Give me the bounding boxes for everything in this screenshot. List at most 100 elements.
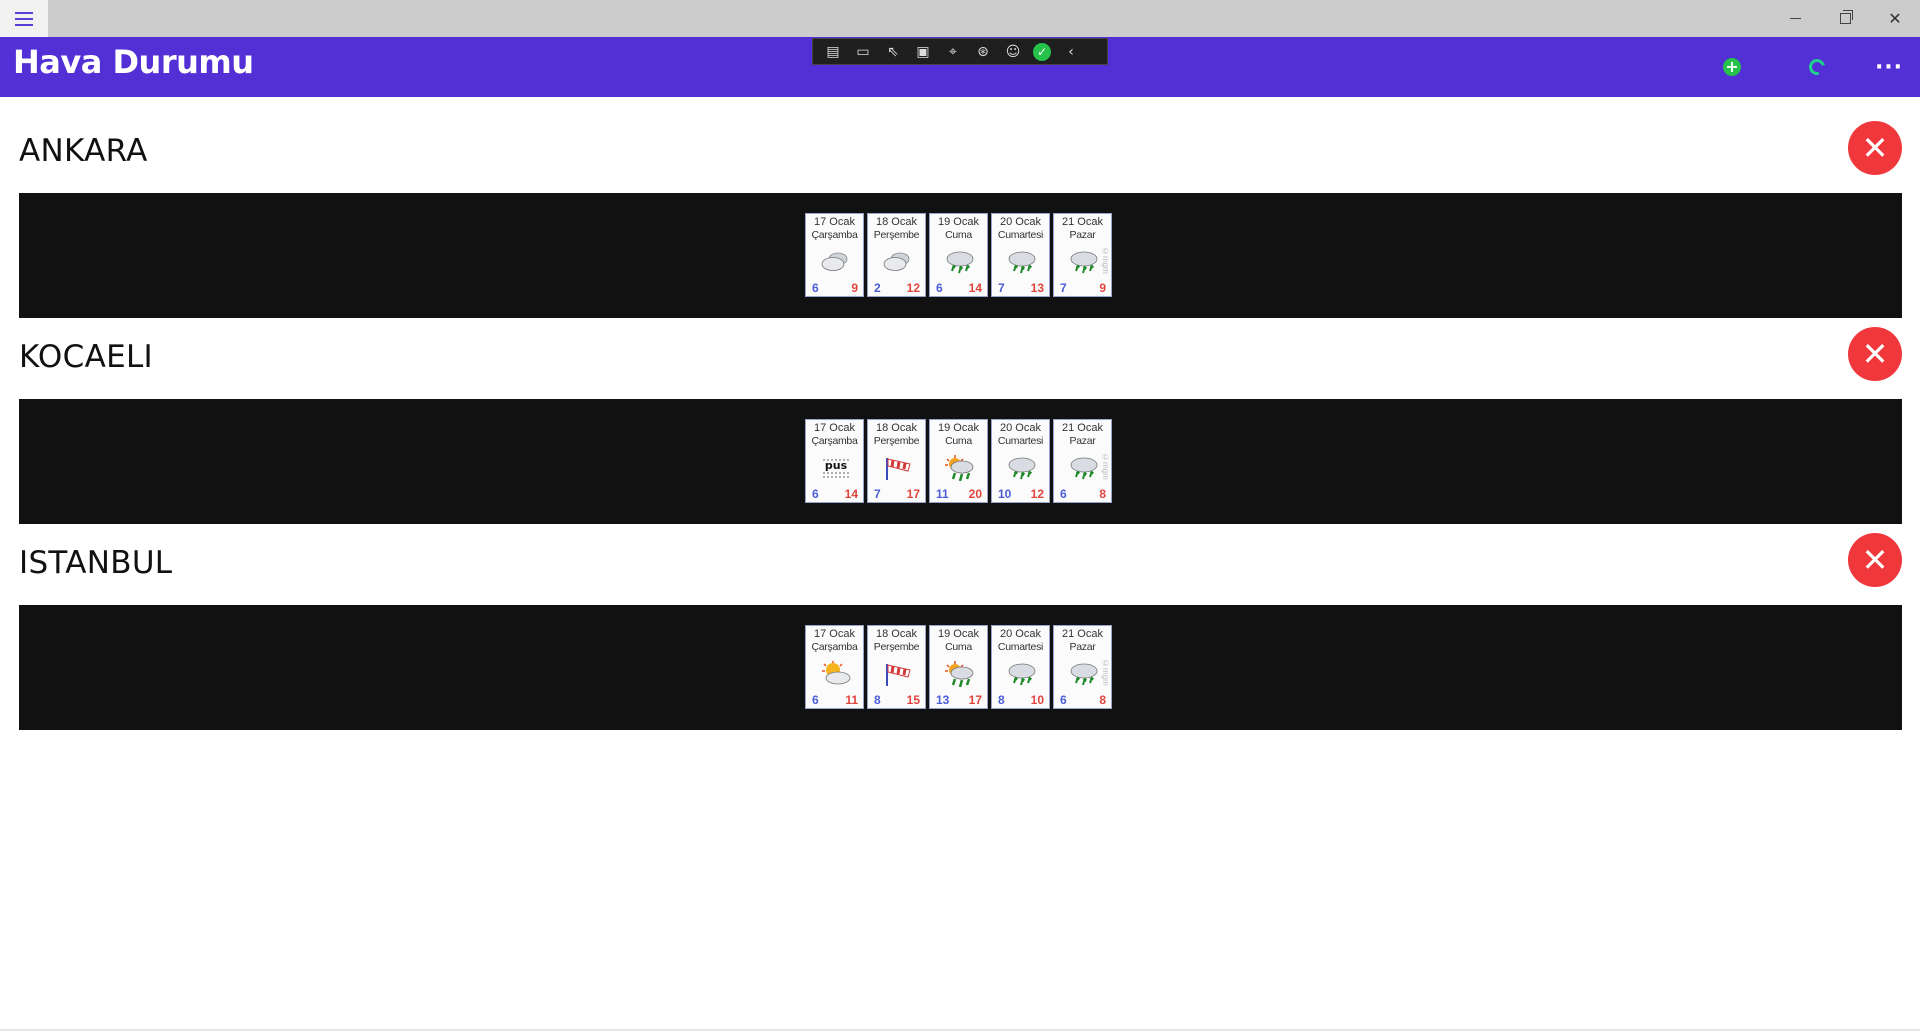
forecast-day-card: 20 Ocak Cumartesi 8 10 — [991, 625, 1050, 709]
forecast-weekday: Cuma — [945, 435, 972, 447]
forecast-panel: 17 Ocak Çarşamba 6 11 18 Ocak Perşembe 8 15 19 O… — [19, 605, 1902, 730]
partly-sunny-weather-icon — [820, 661, 852, 687]
low-temperature: 6 — [1060, 693, 1067, 707]
display-layout-adorners-icon[interactable]: ▣ — [913, 42, 933, 62]
low-temperature: 7 — [874, 487, 881, 501]
rain-weather-icon — [1006, 661, 1038, 687]
accessibility-icon[interactable]: ☺ — [1003, 42, 1023, 62]
video-icon[interactable]: ▭ — [853, 42, 873, 62]
restore-icon — [1839, 10, 1853, 24]
city-name: ANKARA — [19, 133, 148, 169]
forecast-date: 21 Ocak — [1062, 628, 1103, 640]
forecast-day-card: 19 Ocak Cuma 13 17 — [929, 625, 988, 709]
window-title-bar: ✕ — [0, 0, 1920, 37]
high-temperature: 14 — [968, 281, 982, 295]
low-temperature: 6 — [936, 281, 943, 295]
high-temperature: 20 — [968, 487, 982, 501]
high-temperature: 17 — [906, 487, 920, 501]
more-options-button[interactable]: ··· — [1873, 51, 1905, 83]
forecast-day-card: 19 Ocak Cuma 6 14 — [929, 213, 988, 297]
wind-weather-icon — [882, 455, 914, 481]
forecast-day-card: 18 Ocak Perşembe 7 17 — [867, 419, 926, 503]
forecast-date: 17 Ocak — [814, 216, 855, 228]
close-window-button[interactable]: ✕ — [1872, 0, 1918, 37]
more-icon: ··· — [1874, 54, 1904, 80]
high-temperature: 10 — [1030, 693, 1044, 707]
forecast-strip: 17 Ocak Çarşamba 6 11 18 Ocak Perşembe 8 15 19 O… — [805, 625, 1112, 709]
rain-weather-icon — [1068, 661, 1100, 687]
forecast-day-card: 21 Ocak Pazar 6 8 ©mgm — [1053, 419, 1112, 503]
high-temperature: 9 — [851, 281, 858, 295]
low-temperature: 11 — [936, 487, 949, 501]
minimize-button[interactable] — [1772, 0, 1818, 37]
forecast-weekday: Cumartesi — [997, 435, 1044, 447]
remove-city-button[interactable]: ✕ — [1848, 121, 1902, 175]
forecast-date: 20 Ocak — [1000, 628, 1041, 640]
forecast-weekday: Çarşamba — [811, 229, 858, 241]
forecast-weekday: Perşembe — [873, 435, 920, 447]
collapse-icon[interactable]: ‹ — [1061, 42, 1081, 62]
high-temperature: 17 — [968, 693, 982, 707]
forecast-weekday: Perşembe — [873, 641, 920, 653]
low-temperature: 8 — [998, 693, 1005, 707]
city-name: KOCAELI — [19, 339, 153, 375]
forecast-weekday: Cuma — [945, 641, 972, 653]
forecast-day-card: 21 Ocak Pazar 6 8 ©mgm — [1053, 625, 1112, 709]
track-focus-icon[interactable]: ⌖ — [943, 42, 963, 62]
high-temperature: 14 — [844, 487, 858, 501]
forecast-weekday: Cumartesi — [997, 229, 1044, 241]
forecast-day-card: 18 Ocak Perşembe 8 15 — [867, 625, 926, 709]
forecast-date: 21 Ocak — [1062, 422, 1103, 434]
sun-rain-weather-icon — [944, 455, 976, 482]
rain-weather-icon — [944, 249, 976, 275]
forecast-weekday: Perşembe — [873, 229, 920, 241]
mgm-watermark: ©mgm — [1101, 659, 1110, 686]
forecast-day-card: 17 Ocak Çarşamba 6 11 — [805, 625, 864, 709]
close-icon: ✕ — [1861, 541, 1889, 579]
low-temperature: 6 — [1060, 487, 1067, 501]
hot-reload-ok-icon[interactable]: ✓ — [1033, 42, 1051, 61]
low-temperature: 6 — [812, 693, 819, 707]
select-element-icon[interactable]: ⇖ — [883, 42, 903, 62]
high-temperature: 8 — [1099, 487, 1106, 501]
low-temperature: 8 — [874, 693, 881, 707]
forecast-day-card: 19 Ocak Cuma 11 20 — [929, 419, 988, 503]
hamburger-menu-icon[interactable] — [0, 0, 48, 37]
low-temperature: 7 — [998, 281, 1005, 295]
forecast-weekday: Çarşamba — [811, 435, 858, 447]
remove-city-button[interactable]: ✕ — [1848, 327, 1902, 381]
forecast-weekday: Cuma — [945, 229, 972, 241]
forecast-strip: 17 Ocak Çarşamba 6 9 18 Ocak Perşembe 2 12 19 Oc… — [805, 213, 1112, 297]
forecast-date: 18 Ocak — [876, 216, 917, 228]
debug-toolbar: ▤ ▭ ⇖ ▣ ⌖ ⊛ ☺ ✓ ‹ — [812, 38, 1108, 65]
forecast-day-card: 17 Ocak Çarşamba 6 9 — [805, 213, 864, 297]
rain-weather-icon — [1068, 455, 1100, 481]
refresh-button[interactable] — [1801, 51, 1833, 83]
binding-failures-icon[interactable]: ⊛ — [973, 42, 993, 62]
sun-rain-weather-icon — [944, 661, 976, 688]
minimize-icon — [1789, 18, 1801, 19]
remove-city-button[interactable]: ✕ — [1848, 533, 1902, 587]
pus-weather-icon: pus — [820, 455, 852, 481]
maximize-button[interactable] — [1822, 0, 1868, 37]
high-temperature: 12 — [1030, 487, 1044, 501]
close-icon: ✕ — [1888, 9, 1902, 28]
forecast-day-card: 20 Ocak Cumartesi 7 13 — [991, 213, 1050, 297]
high-temperature: 13 — [1030, 281, 1044, 295]
forecast-day-card: 17 Ocak Çarşamba pus 6 14 — [805, 419, 864, 503]
forecast-date: 20 Ocak — [1000, 422, 1041, 434]
forecast-date: 17 Ocak — [814, 628, 855, 640]
forecast-date: 19 Ocak — [938, 216, 979, 228]
live-visual-tree-icon[interactable]: ▤ — [823, 42, 843, 62]
low-temperature: 6 — [812, 487, 819, 501]
forecast-date: 18 Ocak — [876, 628, 917, 640]
low-temperature: 6 — [812, 281, 819, 295]
high-temperature: 8 — [1099, 693, 1106, 707]
svg-text:pus: pus — [825, 459, 848, 472]
low-temperature: 7 — [1060, 281, 1067, 295]
add-city-button[interactable]: + — [1716, 51, 1748, 83]
cloudy-weather-icon — [820, 249, 852, 275]
wind-weather-icon — [882, 661, 914, 687]
forecast-panel: 17 Ocak Çarşamba 6 9 18 Ocak Perşembe 2 12 19 Oc… — [19, 193, 1902, 318]
high-temperature: 9 — [1099, 281, 1106, 295]
